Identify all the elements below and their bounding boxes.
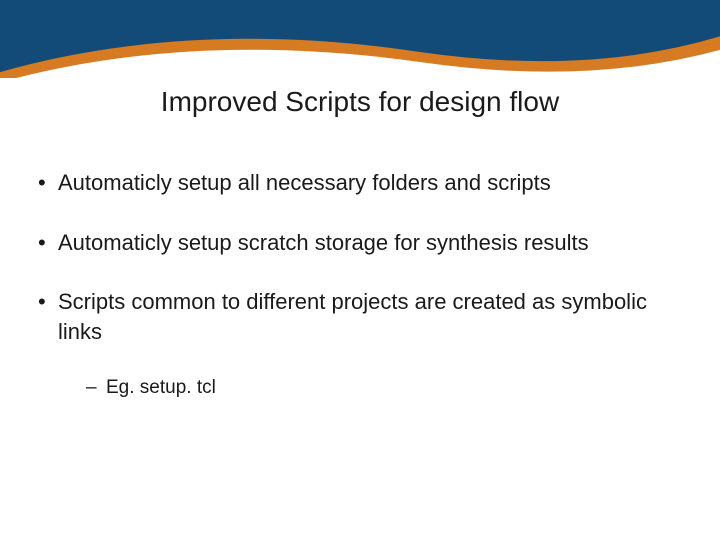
list-item: Automaticly setup all necessary folders … (30, 168, 690, 198)
slide-title: Improved Scripts for design flow (0, 86, 720, 118)
list-item: Automaticly setup scratch storage for sy… (30, 228, 690, 258)
list-item: Scripts common to different projects are… (30, 287, 690, 400)
bullet-text: Automaticly setup scratch storage for sy… (58, 228, 690, 258)
bullet-text: Automaticly setup all necessary folders … (58, 168, 690, 198)
banner-swoosh-icon (0, 0, 720, 78)
bullet-text: Scripts common to different projects are… (58, 287, 690, 346)
sub-bullet-text: Eg. setup. tcl (106, 377, 216, 398)
bullet-list: Automaticly setup all necessary folders … (30, 168, 690, 400)
slide-banner (0, 0, 720, 78)
slide-body: Automaticly setup all necessary folders … (30, 168, 690, 430)
sub-bullet-list: Eg. setup. tcl (58, 375, 690, 401)
list-item: Eg. setup. tcl (78, 375, 690, 401)
